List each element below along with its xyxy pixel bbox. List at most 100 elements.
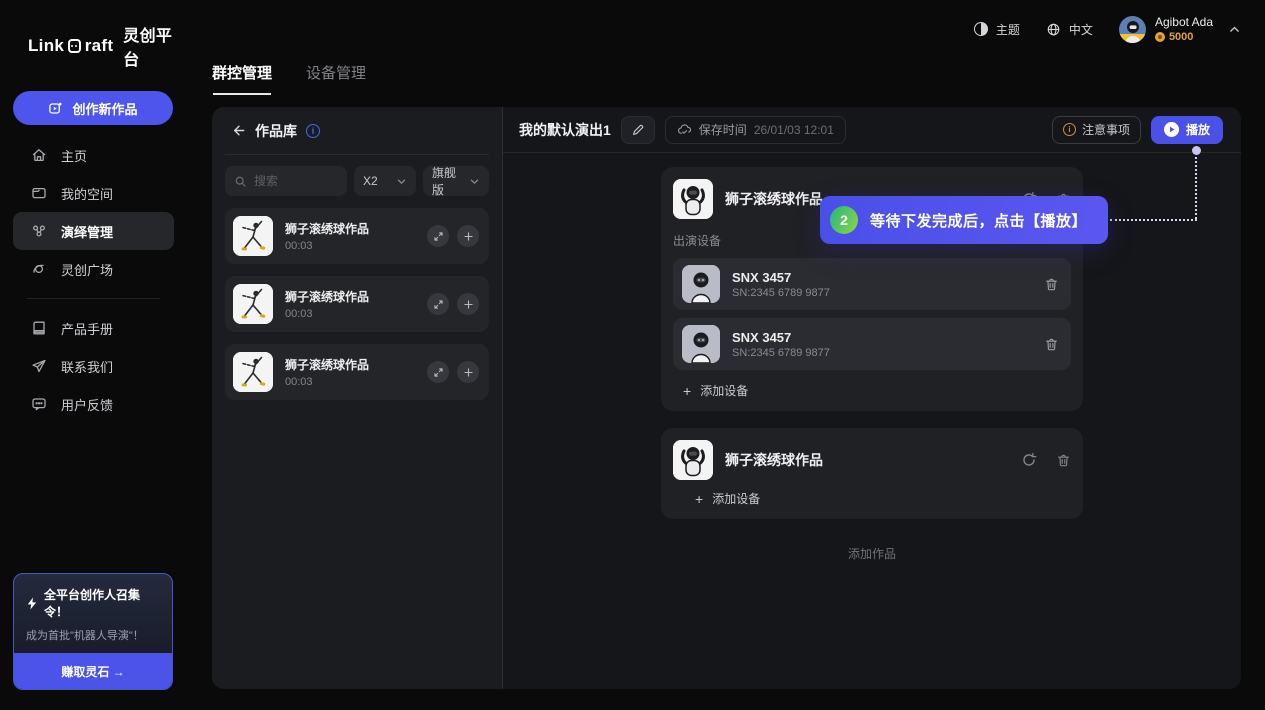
connector-vertical-line [1195,157,1197,219]
sidebar-item-product-manual[interactable]: 产品手册 [13,309,174,347]
performance-icon [31,223,47,239]
home-icon [31,147,47,163]
library-header: 作品库 i [225,107,489,154]
add-device-button[interactable]: + 添加设备 [673,382,1071,399]
add-to-stage-button[interactable] [457,293,479,315]
promo-title: 全平台创作人召集令！ [44,586,160,620]
earn-gems-button[interactable]: 赚取灵石 → [14,653,172,689]
tab-device-management[interactable]: 设备管理 [306,62,366,95]
sidebar-divider [27,298,160,299]
app-root: Linkraft 灵创平台 创作新作品 主页 我的空间 [0,0,1265,710]
device-name: SNX 3457 [732,270,1044,285]
expand-button[interactable] [427,293,449,315]
library-item[interactable]: 狮子滚绣球作品 00:03 [225,208,489,264]
sidebar-item-home[interactable]: 主页 [13,136,174,174]
sidebar-item-label: 用户反馈 [61,395,113,414]
delete-work-icon[interactable] [1056,453,1071,468]
refresh-icon[interactable] [1021,452,1037,468]
work-duration: 00:03 [285,240,419,252]
play-icon [1164,122,1179,137]
chevron-down-icon [396,176,407,187]
create-button-label: 创作新作品 [72,99,137,118]
coin-amount: 5000 [1169,31,1193,43]
theme-toggle[interactable]: 主题 [974,21,1020,38]
play-button-label: 播放 [1186,121,1210,138]
promo-card: 全平台创作人召集令！ 成为首批"机器人导演"！ 赚取灵石 → [13,573,173,690]
notice-label: 注意事项 [1082,121,1130,138]
promo-subtitle: 成为首批"机器人导演"！ [26,627,160,643]
guide-tooltip: 2 等待下发完成后，点击【播放】 [820,196,1108,244]
work-thumbnail [233,352,273,392]
tab-group-control[interactable]: 群控管理 [212,62,272,95]
play-button[interactable]: 播放 [1151,116,1223,144]
sidebar-item-performance-management[interactable]: 演绎管理 [13,212,174,250]
sidebar-item-plaza[interactable]: 灵创广场 [13,250,174,288]
app-logo: Linkraft 灵创平台 [13,22,174,70]
device-row[interactable]: SNX 3457 SN:2345 6789 9877 [673,318,1071,370]
connector-dot [1192,146,1201,155]
device-row[interactable]: SNX 3457 SN:2345 6789 9877 [673,258,1071,310]
speed-select[interactable]: X2 [354,166,416,196]
add-device-button[interactable]: + 添加设备 [673,490,1071,507]
folder-icon [31,185,47,201]
sidebar-item-my-space[interactable]: 我的空间 [13,174,174,212]
info-icon[interactable]: i [306,124,320,138]
library-item[interactable]: 狮子滚绣球作品 00:03 [225,276,489,332]
chevron-up-icon[interactable] [1228,23,1241,36]
expand-button[interactable] [427,361,449,383]
work-title: 狮子滚绣球作品 [285,288,419,305]
guide-step-badge: 2 [830,206,858,234]
logo-text-suffix: raft [85,36,114,56]
library-list: 狮子滚绣球作品 00:03 狮子滚绣球作品 [225,208,489,400]
add-to-stage-button[interactable] [457,225,479,247]
work-library-panel: 作品库 i X2 旗舰版 [212,107,503,689]
back-arrow-icon[interactable] [231,123,246,138]
language-switcher[interactable]: 中文 [1046,21,1093,38]
sidebar-item-label: 产品手册 [61,319,113,338]
library-divider [225,154,489,155]
device-avatar [682,265,720,303]
work-meta: 狮子滚绣球作品 00:03 [285,288,419,320]
work-thumbnail [673,440,713,480]
planet-icon [31,261,47,277]
lightning-icon [26,597,38,610]
video-plus-icon [48,101,63,116]
work-title: 狮子滚绣球作品 [285,356,419,373]
add-to-stage-button[interactable] [457,361,479,383]
stage-panel: 我的默认演出1 保存时间 26/01/03 12:01 i 注意事项 [503,107,1241,689]
search-box[interactable] [225,166,347,196]
device-name: SNX 3457 [732,330,1044,345]
book-icon [31,320,47,336]
sidebar-item-user-feedback[interactable]: 用户反馈 [13,385,174,423]
card-work-title: 狮子滚绣球作品 [725,450,1002,470]
card-title-row: 狮子滚绣球作品 [673,440,1071,480]
user-menu[interactable]: Agibot Ada 5000 [1119,15,1241,43]
main-panel: 作品库 i X2 旗舰版 [212,107,1241,689]
sidebar-item-contact-us[interactable]: 联系我们 [13,347,174,385]
remove-device-icon[interactable] [1044,337,1059,352]
sidebar-nav: 主页 我的空间 演绎管理 灵创广场 [13,136,174,423]
create-new-work-button[interactable]: 创作新作品 [13,91,173,125]
connector-horizontal-line [1110,219,1197,221]
library-title: 作品库 [255,121,297,141]
device-serial: SN:2345 6789 9877 [732,347,1044,359]
remove-device-icon[interactable] [1044,277,1059,292]
work-thumbnail [673,179,713,219]
sidebar: Linkraft 灵创平台 创作新作品 主页 我的空间 [0,0,187,710]
expand-button[interactable] [427,225,449,247]
search-input[interactable] [254,174,334,188]
sidebar-item-label: 演绎管理 [61,222,113,241]
edit-title-button[interactable] [621,116,655,144]
version-select[interactable]: 旗舰版 [423,166,489,196]
globe-icon [1046,22,1061,37]
notice-button[interactable]: i 注意事项 [1052,116,1141,144]
notice-info-icon: i [1063,123,1076,136]
work-thumbnail [233,216,273,256]
chat-bubble-icon [31,396,47,412]
add-work-button[interactable]: 添加作品 [503,545,1241,562]
stage-header: 我的默认演出1 保存时间 26/01/03 12:01 i 注意事项 [503,107,1241,153]
work-thumbnail [233,284,273,324]
device-meta: SNX 3457 SN:2345 6789 9877 [732,330,1044,359]
device-meta: SNX 3457 SN:2345 6789 9877 [732,270,1044,299]
library-item[interactable]: 狮子滚绣球作品 00:03 [225,344,489,400]
